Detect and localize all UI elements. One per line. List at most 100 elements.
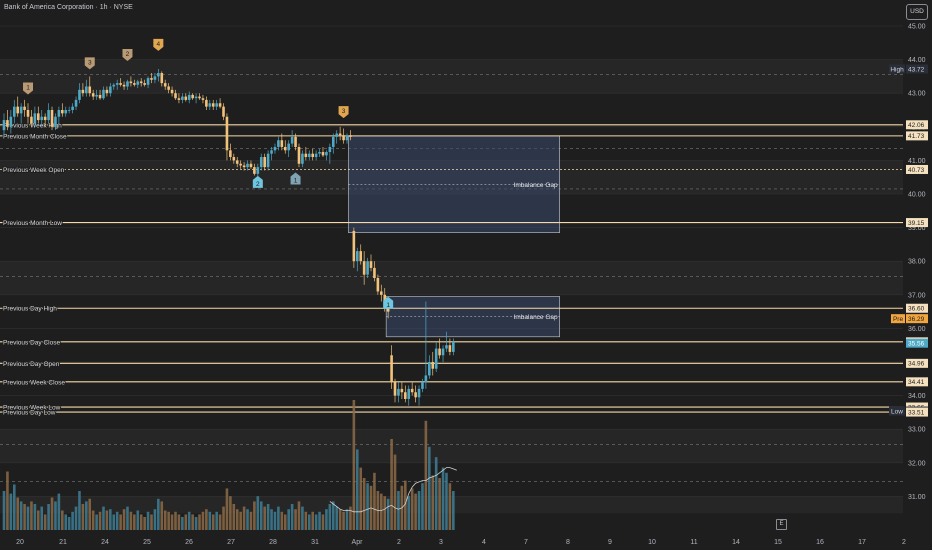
candle-body[interactable] xyxy=(211,103,215,107)
chart-canvas[interactable]: Imbalance Gap Imbalance Gap Previous Week… xyxy=(0,0,932,550)
candle-body[interactable] xyxy=(325,152,328,156)
candle-body[interactable] xyxy=(61,110,64,114)
candle-body[interactable] xyxy=(50,110,54,127)
candle-body[interactable] xyxy=(287,143,290,151)
candle-body[interactable] xyxy=(359,251,363,262)
candle-body[interactable] xyxy=(225,116,229,151)
candle-body[interactable] xyxy=(146,78,150,85)
candle-body[interactable] xyxy=(40,116,44,121)
earnings-calendar-icon[interactable]: E xyxy=(776,519,787,530)
candle-body[interactable] xyxy=(30,116,33,124)
candle-body[interactable] xyxy=(393,382,397,396)
candle-body[interactable] xyxy=(445,345,448,349)
candle-body[interactable] xyxy=(81,89,85,94)
candle-body[interactable] xyxy=(232,157,236,161)
candle-body[interactable] xyxy=(410,388,414,393)
candle-body[interactable] xyxy=(256,167,260,174)
candle-body[interactable] xyxy=(345,135,349,141)
candle-body[interactable] xyxy=(2,120,6,131)
candle-body[interactable] xyxy=(174,93,177,99)
candle-body[interactable] xyxy=(352,230,356,262)
candle-body[interactable] xyxy=(160,73,164,84)
candle-body[interactable] xyxy=(57,110,61,117)
candle-body[interactable] xyxy=(448,345,452,352)
candle-body[interactable] xyxy=(424,375,428,383)
candle-body[interactable] xyxy=(434,348,438,369)
candle-body[interactable] xyxy=(91,93,95,97)
candle-body[interactable] xyxy=(294,136,297,147)
candle-body[interactable] xyxy=(167,86,170,90)
candle-body[interactable] xyxy=(170,89,174,94)
candle-body[interactable] xyxy=(362,261,366,275)
symbol-title[interactable]: Bank of America Corporation · 1h · NYSE xyxy=(4,4,133,11)
candle-body[interactable] xyxy=(321,152,325,156)
candle-body[interactable] xyxy=(273,146,277,151)
candle-body[interactable] xyxy=(119,83,122,85)
candle-body[interactable] xyxy=(47,110,50,121)
time-axis[interactable]: 20 21 24 25 26 27 28 31 Apr 2 3 4 7 8 9 10 11 14 15 16 17 2 xyxy=(0,533,932,550)
candle-body[interactable] xyxy=(187,94,191,100)
candle-body[interactable] xyxy=(153,76,157,80)
candle-body[interactable] xyxy=(307,153,311,158)
candle-body[interactable] xyxy=(380,291,383,295)
candle-body[interactable] xyxy=(143,83,146,85)
candle-body[interactable] xyxy=(438,348,441,356)
candle-body[interactable] xyxy=(253,167,256,174)
candle-body[interactable] xyxy=(428,362,431,376)
candle-body[interactable] xyxy=(246,163,249,168)
candle-body[interactable] xyxy=(421,382,424,389)
candle-body[interactable] xyxy=(263,157,266,168)
candle-body[interactable] xyxy=(177,98,181,100)
candle-body[interactable] xyxy=(335,133,339,137)
candle-body[interactable] xyxy=(366,261,369,275)
candle-body[interactable] xyxy=(95,94,98,97)
candle-body[interactable] xyxy=(373,267,376,278)
candle-body[interactable] xyxy=(194,96,198,99)
candle-body[interactable] xyxy=(417,388,421,398)
candle-body[interactable] xyxy=(242,165,246,168)
candle-body[interactable] xyxy=(112,84,116,87)
candle-body[interactable] xyxy=(109,86,112,94)
candle-body[interactable] xyxy=(400,388,404,393)
candle-body[interactable] xyxy=(157,73,160,77)
candle-body[interactable] xyxy=(139,81,143,84)
candle-body[interactable] xyxy=(441,348,445,356)
candle-body[interactable] xyxy=(201,98,205,100)
candle-body[interactable] xyxy=(19,106,23,114)
candle-body[interactable] xyxy=(133,83,136,85)
candle-body[interactable] xyxy=(355,251,359,262)
candle-body[interactable] xyxy=(6,120,9,127)
candle-body[interactable] xyxy=(71,106,74,110)
candle-body[interactable] xyxy=(414,392,417,398)
candle-body[interactable] xyxy=(431,362,435,369)
candle-body[interactable] xyxy=(208,103,212,107)
candle-body[interactable] xyxy=(191,94,194,99)
candle-body[interactable] xyxy=(136,81,140,85)
candle-body[interactable] xyxy=(404,392,407,399)
candle-body[interactable] xyxy=(270,150,273,154)
candle-body[interactable] xyxy=(349,135,352,137)
candle-body[interactable] xyxy=(318,152,321,154)
candle-body[interactable] xyxy=(304,153,308,158)
candle-body[interactable] xyxy=(54,116,57,127)
candle-body[interactable] xyxy=(280,140,284,147)
candle-body[interactable] xyxy=(12,106,16,117)
candle-body[interactable] xyxy=(115,83,119,85)
candle-body[interactable] xyxy=(9,116,13,127)
candle-body[interactable] xyxy=(198,96,201,99)
candle-body[interactable] xyxy=(150,78,153,80)
candle-body[interactable] xyxy=(26,110,30,117)
candle-body[interactable] xyxy=(85,86,88,94)
candle-body[interactable] xyxy=(249,163,253,168)
candle-body[interactable] xyxy=(218,103,222,107)
currency-button[interactable]: USD xyxy=(906,4,928,20)
candle-body[interactable] xyxy=(215,103,218,107)
candle-body[interactable] xyxy=(122,84,126,87)
candle-body[interactable] xyxy=(67,110,71,111)
candle-body[interactable] xyxy=(33,113,37,124)
candle-body[interactable] xyxy=(105,89,109,94)
candle-body[interactable] xyxy=(301,153,304,164)
trading-chart[interactable]: Imbalance Gap Imbalance Gap Previous Week… xyxy=(0,0,932,550)
candle-body[interactable] xyxy=(181,96,184,100)
candle-body[interactable] xyxy=(163,83,167,87)
